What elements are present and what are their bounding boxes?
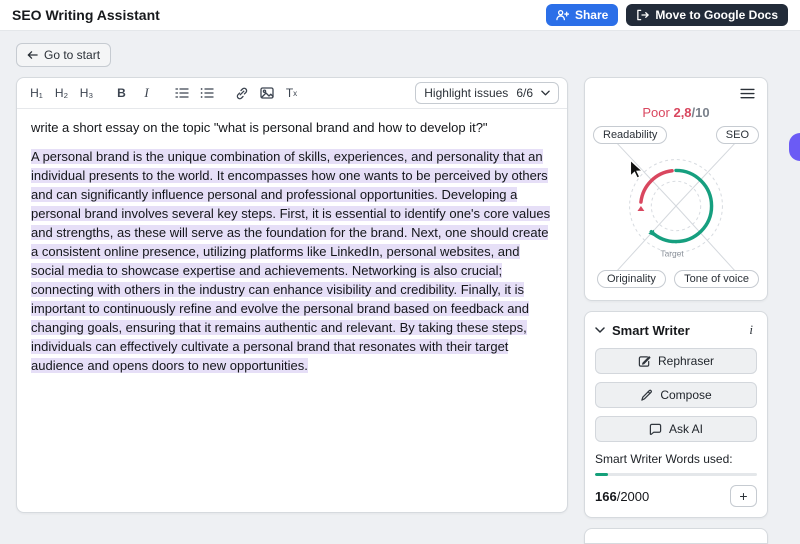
clear-format-x: x <box>293 89 297 98</box>
editor-card: H₁ H₂ H₃ B I <box>16 77 568 513</box>
axis-button-readability[interactable]: Readability <box>593 126 667 144</box>
score-card-menu-row <box>593 84 759 99</box>
main-area: H₁ H₂ H₃ B I <box>0 77 800 544</box>
share-person-plus-icon <box>556 9 569 21</box>
unordered-list-button[interactable] <box>195 82 218 104</box>
chevron-down-icon <box>595 327 605 333</box>
highlight-issues-label: Highlight issues <box>424 86 508 100</box>
highlighted-essay-text: A personal brand is the unique combinati… <box>31 149 550 373</box>
go-to-start-button[interactable]: Go to start <box>16 43 111 67</box>
axis-button-seo[interactable]: SEO <box>716 126 759 144</box>
rephraser-button[interactable]: Rephraser <box>595 348 757 374</box>
words-used-progress-fill <box>595 473 608 476</box>
editor-prompt-text: write a short essay on the topic "what i… <box>31 119 553 138</box>
smart-writer-card: Smart Writer i Rephraser <box>584 311 768 518</box>
move-button-label: Move to Google Docs <box>655 8 778 22</box>
link-icon-button[interactable] <box>230 82 253 104</box>
chat-bubble-icon <box>649 423 662 436</box>
smart-writer-header[interactable]: Smart Writer i <box>595 322 757 338</box>
clear-formatting-button[interactable]: Tx <box>280 82 303 104</box>
share-button[interactable]: Share <box>546 4 618 26</box>
ordered-list-button[interactable] <box>170 82 193 104</box>
compose-label: Compose <box>660 388 711 402</box>
axis-button-tone-of-voice[interactable]: Tone of voice <box>674 270 759 288</box>
smart-writer-title: Smart Writer <box>612 323 690 338</box>
arrow-left-icon <box>27 50 38 60</box>
image-icon-button[interactable] <box>255 82 278 104</box>
highlight-issues-count: 6/6 <box>516 86 533 100</box>
heading3-button[interactable]: H₃ <box>75 82 98 104</box>
editor-content[interactable]: write a short essay on the topic "what i… <box>17 109 567 512</box>
export-icon <box>636 9 649 21</box>
score-max: /10 <box>692 105 710 120</box>
add-words-button[interactable]: + <box>730 485 757 507</box>
subheader: Go to start <box>0 31 800 77</box>
info-icon[interactable]: i <box>745 322 757 338</box>
rephraser-pencil-square-icon <box>638 355 651 368</box>
words-total-value: /2000 <box>617 489 650 504</box>
clear-format-t: T <box>286 86 293 100</box>
target-label: Target <box>660 248 684 258</box>
words-used-progressbar <box>595 473 757 476</box>
score-value: 2,8 <box>673 105 691 120</box>
compose-button[interactable]: Compose <box>595 382 757 408</box>
rephraser-label: Rephraser <box>658 354 714 368</box>
radar-gauge-graphic: Target <box>593 122 759 290</box>
chevron-down-icon <box>541 90 550 96</box>
highlight-issues-dropdown[interactable]: Highlight issues 6/6 <box>415 82 559 104</box>
share-button-label: Share <box>575 8 608 22</box>
header-actions: Share Move to Google Docs <box>546 4 788 26</box>
axis-button-originality[interactable]: Originality <box>597 270 666 288</box>
compose-pen-icon <box>640 389 653 402</box>
heading2-button[interactable]: H₂ <box>50 82 73 104</box>
hamburger-menu-icon[interactable] <box>740 88 755 99</box>
ask-ai-label: Ask AI <box>669 422 703 436</box>
words-used-label: Smart Writer Words used: <box>595 452 757 466</box>
overall-score: Poor 2,8/10 <box>593 105 759 120</box>
editor-toolbar: H₁ H₂ H₃ B I <box>17 78 567 109</box>
score-radar-chart: Target Readability SEO Originality Tone … <box>593 122 759 290</box>
sidebar-toggle-handle[interactable] <box>789 133 800 161</box>
score-rating-label: Poor <box>642 105 669 120</box>
heading1-button[interactable]: H₁ <box>25 82 48 104</box>
words-used-value: 166 <box>595 489 617 504</box>
go-to-start-label: Go to start <box>44 48 100 62</box>
app-header: SEO Writing Assistant Share Move to Goog <box>0 0 800 31</box>
editor-essay-paragraph: A personal brand is the unique combinati… <box>31 148 553 376</box>
italic-button[interactable]: I <box>135 82 158 104</box>
bold-button[interactable]: B <box>110 82 133 104</box>
page-title: SEO Writing Assistant <box>12 7 160 23</box>
move-to-google-docs-button[interactable]: Move to Google Docs <box>626 4 788 26</box>
words-used-footer: 166/2000 + <box>595 485 757 507</box>
score-card: Poor 2,8/10 <box>584 77 768 301</box>
right-sidebar: Poor 2,8/10 <box>584 77 768 544</box>
words-used-count: 166/2000 <box>595 489 649 504</box>
next-section-card-partial <box>584 528 768 544</box>
ask-ai-button[interactable]: Ask AI <box>595 416 757 442</box>
